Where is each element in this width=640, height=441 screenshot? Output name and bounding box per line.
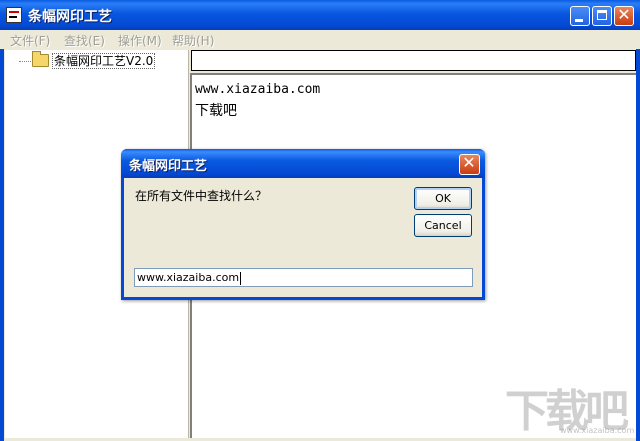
search-input[interactable]: www.xiazaiba.com	[134, 268, 473, 287]
cancel-button[interactable]: Cancel	[414, 214, 472, 237]
path-field[interactable]	[191, 50, 636, 71]
folder-icon	[32, 51, 49, 67]
close-icon: ✕	[617, 5, 631, 24]
dialog-close-button[interactable]: ✕	[459, 153, 480, 175]
watermark-url: www.xiazaiba.com	[560, 426, 635, 435]
dialog-body: 在所有文件中查找什么？ OK Cancel www.xiazaiba.com	[124, 178, 482, 297]
window-title: 条幅网印工艺	[28, 9, 112, 25]
maximize-icon	[597, 10, 607, 20]
window-border-right	[636, 49, 640, 441]
dialog-title: 条幅网印工艺	[129, 159, 208, 174]
tree-connector	[19, 61, 31, 62]
menu-bar: 文件(F) 查找(E) 操作(M) 帮助(H)	[0, 30, 640, 49]
menu-operate[interactable]: 操作(M)	[118, 32, 162, 49]
menu-file[interactable]: 文件(F)	[10, 32, 50, 49]
content-line-text: 下载吧	[195, 103, 237, 119]
menu-help[interactable]: 帮助(H)	[172, 32, 214, 49]
title-bar[interactable]: 条幅网印工艺 ✕	[0, 0, 640, 30]
menu-find[interactable]: 查找(E)	[64, 32, 105, 49]
close-button[interactable]: ✕	[614, 5, 634, 26]
text-caret	[240, 271, 242, 285]
maximize-button[interactable]	[592, 6, 612, 26]
find-dialog: 条幅网印工艺 ✕ 在所有文件中查找什么？ OK Cancel www.xiaza…	[121, 149, 485, 300]
minimize-button[interactable]	[570, 6, 590, 26]
ok-button[interactable]: OK	[414, 187, 472, 210]
content-line-url: www.xiazaiba.com	[195, 82, 321, 97]
app-icon[interactable]	[6, 7, 22, 23]
search-input-value: www.xiazaiba.com	[137, 271, 240, 284]
dialog-prompt: 在所有文件中查找什么？	[135, 189, 268, 203]
tree-item-root[interactable]: 条幅网印工艺V2.0	[52, 53, 156, 69]
dialog-title-bar[interactable]: 条幅网印工艺 ✕	[121, 149, 485, 178]
window-border-left	[0, 49, 4, 441]
close-icon: ✕	[462, 153, 476, 172]
minimize-icon	[575, 19, 583, 22]
